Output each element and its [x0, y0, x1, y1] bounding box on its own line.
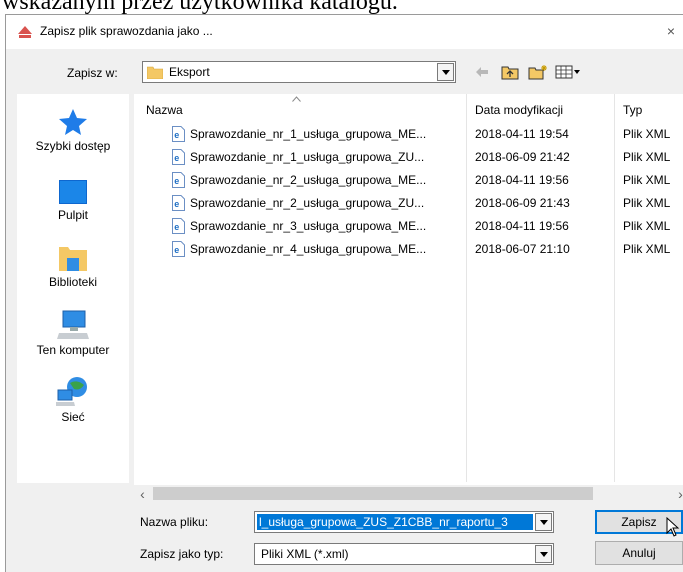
cancel-button[interactable]: Anuluj	[595, 541, 683, 565]
file-row[interactable]: e Sprawozdanie_nr_4_usługa_grupowa_ME...…	[134, 238, 683, 261]
file-type: Plik XML	[623, 127, 671, 141]
file-date: 2018-04-11 19:54	[475, 127, 569, 141]
view-menu-icon	[555, 65, 580, 79]
file-date: 2018-06-07 21:10	[475, 242, 570, 256]
file-list: Nazwa Data modyfikacji Typ e Sprawozdani…	[134, 94, 683, 502]
file-date: 2018-06-09 21:43	[475, 196, 570, 210]
save-in-value: Eksport	[169, 65, 210, 79]
svg-text:e: e	[174, 199, 179, 209]
sidebar-item-quick-access[interactable]: Szybki dostęp	[17, 108, 129, 153]
save-in-dropdown-arrow[interactable]	[437, 63, 454, 81]
file-name: Sprawozdanie_nr_1_usługa_grupowa_ME...	[190, 127, 427, 141]
sidebar-item-label: Biblioteki	[48, 275, 98, 289]
up-folder-button[interactable]	[500, 63, 520, 81]
sidebar-item-label: Pulpit	[57, 208, 89, 222]
places-sidebar: Szybki dostęp Pulpit Biblioteki Ten komp…	[17, 94, 129, 483]
file-type: Plik XML	[623, 196, 671, 210]
new-folder-button[interactable]	[527, 63, 549, 81]
filetype-label: Zapisz jako typ:	[140, 547, 224, 561]
svg-text:e: e	[174, 222, 179, 232]
file-name: Sprawozdanie_nr_2_usługa_grupowa_ZU...	[190, 196, 425, 210]
scroll-right-icon[interactable]: ›	[672, 485, 683, 502]
svg-text:e: e	[174, 130, 179, 140]
view-menu-button[interactable]	[554, 63, 582, 81]
sidebar-item-label: Sieć	[61, 410, 85, 424]
column-header-name[interactable]: Nazwa	[146, 103, 183, 117]
filetype-dropdown-arrow[interactable]	[535, 545, 552, 563]
sidebar-item-desktop[interactable]: Pulpit	[17, 179, 129, 222]
file-date: 2018-06-09 21:42	[475, 150, 570, 164]
desktop-icon	[59, 180, 87, 204]
filetype-value: Pliki XML (*.xml)	[261, 547, 349, 561]
network-icon	[56, 377, 87, 406]
horizontal-scrollbar[interactable]: ‹ ›	[134, 485, 683, 502]
xml-file-icon: e	[172, 149, 185, 165]
app-icon	[18, 26, 32, 38]
filename-label: Nazwa pliku:	[140, 515, 209, 529]
star-icon	[59, 109, 87, 135]
back-arrow-icon	[476, 67, 488, 77]
file-row[interactable]: e Sprawozdanie_nr_1_usługa_grupowa_ZU...…	[134, 146, 683, 169]
mouse-cursor-icon	[666, 517, 680, 537]
save-in-label: Zapisz w:	[67, 66, 118, 80]
file-row[interactable]: e Sprawozdanie_nr_3_usługa_grupowa_ME...…	[134, 215, 683, 238]
back-button[interactable]	[473, 63, 491, 81]
column-header-date[interactable]: Data modyfikacji	[475, 103, 563, 117]
xml-file-icon: e	[172, 195, 185, 211]
xml-file-icon: e	[172, 218, 185, 234]
filename-combo[interactable]	[254, 511, 554, 533]
file-date: 2018-04-11 19:56	[475, 173, 569, 187]
column-header-type[interactable]: Typ	[623, 103, 642, 117]
filename-dropdown-arrow[interactable]	[535, 513, 552, 531]
sidebar-item-network[interactable]: Sieć	[17, 375, 129, 424]
up-folder-icon	[501, 66, 519, 80]
file-row[interactable]: e Sprawozdanie_nr_2_usługa_grupowa_ZU...…	[134, 192, 683, 215]
save-dialog: Zapisz plik sprawozdania jako ... × Zapi…	[5, 14, 683, 572]
xml-file-icon: e	[172, 241, 185, 257]
file-row[interactable]: e Sprawozdanie_nr_2_usługa_grupowa_ME...…	[134, 169, 683, 192]
title-bar: Zapisz plik sprawozdania jako ... ×	[6, 15, 683, 49]
computer-icon	[57, 310, 89, 339]
file-name: Sprawozdanie_nr_1_usługa_grupowa_ZU...	[190, 150, 425, 164]
chevron-down-icon	[539, 551, 548, 557]
file-type: Plik XML	[623, 150, 671, 164]
scrollbar-thumb[interactable]	[153, 487, 593, 500]
file-type: Plik XML	[623, 219, 671, 233]
file-row[interactable]: e Sprawozdanie_nr_1_usługa_grupowa_ME...…	[134, 123, 683, 146]
chevron-down-icon	[441, 69, 450, 75]
sidebar-item-label: Ten komputer	[36, 343, 110, 357]
filetype-select[interactable]: Pliki XML (*.xml)	[254, 543, 554, 565]
new-folder-icon	[528, 65, 547, 80]
save-in-combo[interactable]: Eksport	[142, 61, 456, 83]
xml-file-icon: e	[172, 172, 185, 188]
sidebar-item-this-pc[interactable]: Ten komputer	[17, 310, 129, 357]
svg-text:e: e	[174, 153, 179, 163]
chevron-down-icon	[539, 519, 548, 525]
file-name: Sprawozdanie_nr_2_usługa_grupowa_ME...	[190, 173, 427, 187]
file-type: Plik XML	[623, 242, 671, 256]
close-button[interactable]: ×	[661, 21, 681, 41]
svg-text:e: e	[174, 176, 179, 186]
dialog-title: Zapisz plik sprawozdania jako ...	[40, 24, 213, 38]
sidebar-item-label: Szybki dostęp	[35, 139, 111, 153]
sort-caret-icon	[292, 96, 301, 102]
scroll-left-icon[interactable]: ‹	[134, 485, 151, 502]
file-type: Plik XML	[623, 173, 671, 187]
file-name: Sprawozdanie_nr_4_usługa_grupowa_ME...	[190, 242, 427, 256]
sidebar-item-libraries[interactable]: Biblioteki	[17, 244, 129, 289]
xml-file-icon: e	[172, 126, 185, 142]
filename-input[interactable]	[257, 514, 533, 530]
libraries-icon	[59, 247, 87, 271]
folder-icon	[147, 66, 163, 79]
svg-text:e: e	[174, 245, 179, 255]
file-date: 2018-04-11 19:56	[475, 219, 569, 233]
file-name: Sprawozdanie_nr_3_usługa_grupowa_ME...	[190, 219, 427, 233]
